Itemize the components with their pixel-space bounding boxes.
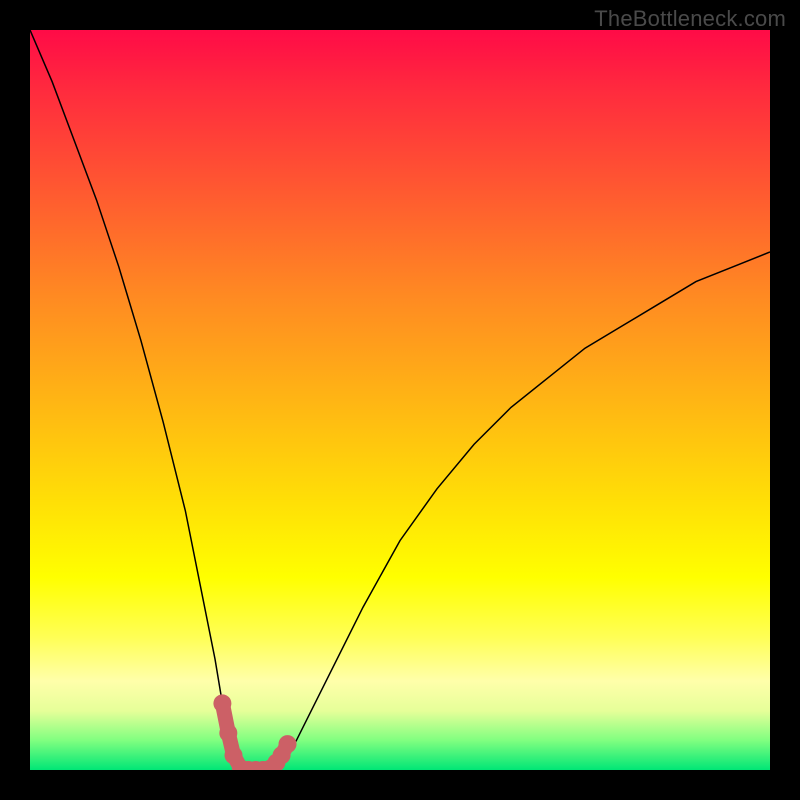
bottleneck-curve: [30, 30, 770, 770]
highlighted-markers: [213, 694, 296, 770]
marker-dot: [213, 694, 231, 712]
outer-frame: TheBottleneck.com: [0, 0, 800, 800]
marker-dot: [219, 724, 237, 742]
watermark-text: TheBottleneck.com: [594, 6, 786, 32]
marker-dot: [279, 735, 297, 753]
chart-svg: [30, 30, 770, 770]
plot-area: [30, 30, 770, 770]
